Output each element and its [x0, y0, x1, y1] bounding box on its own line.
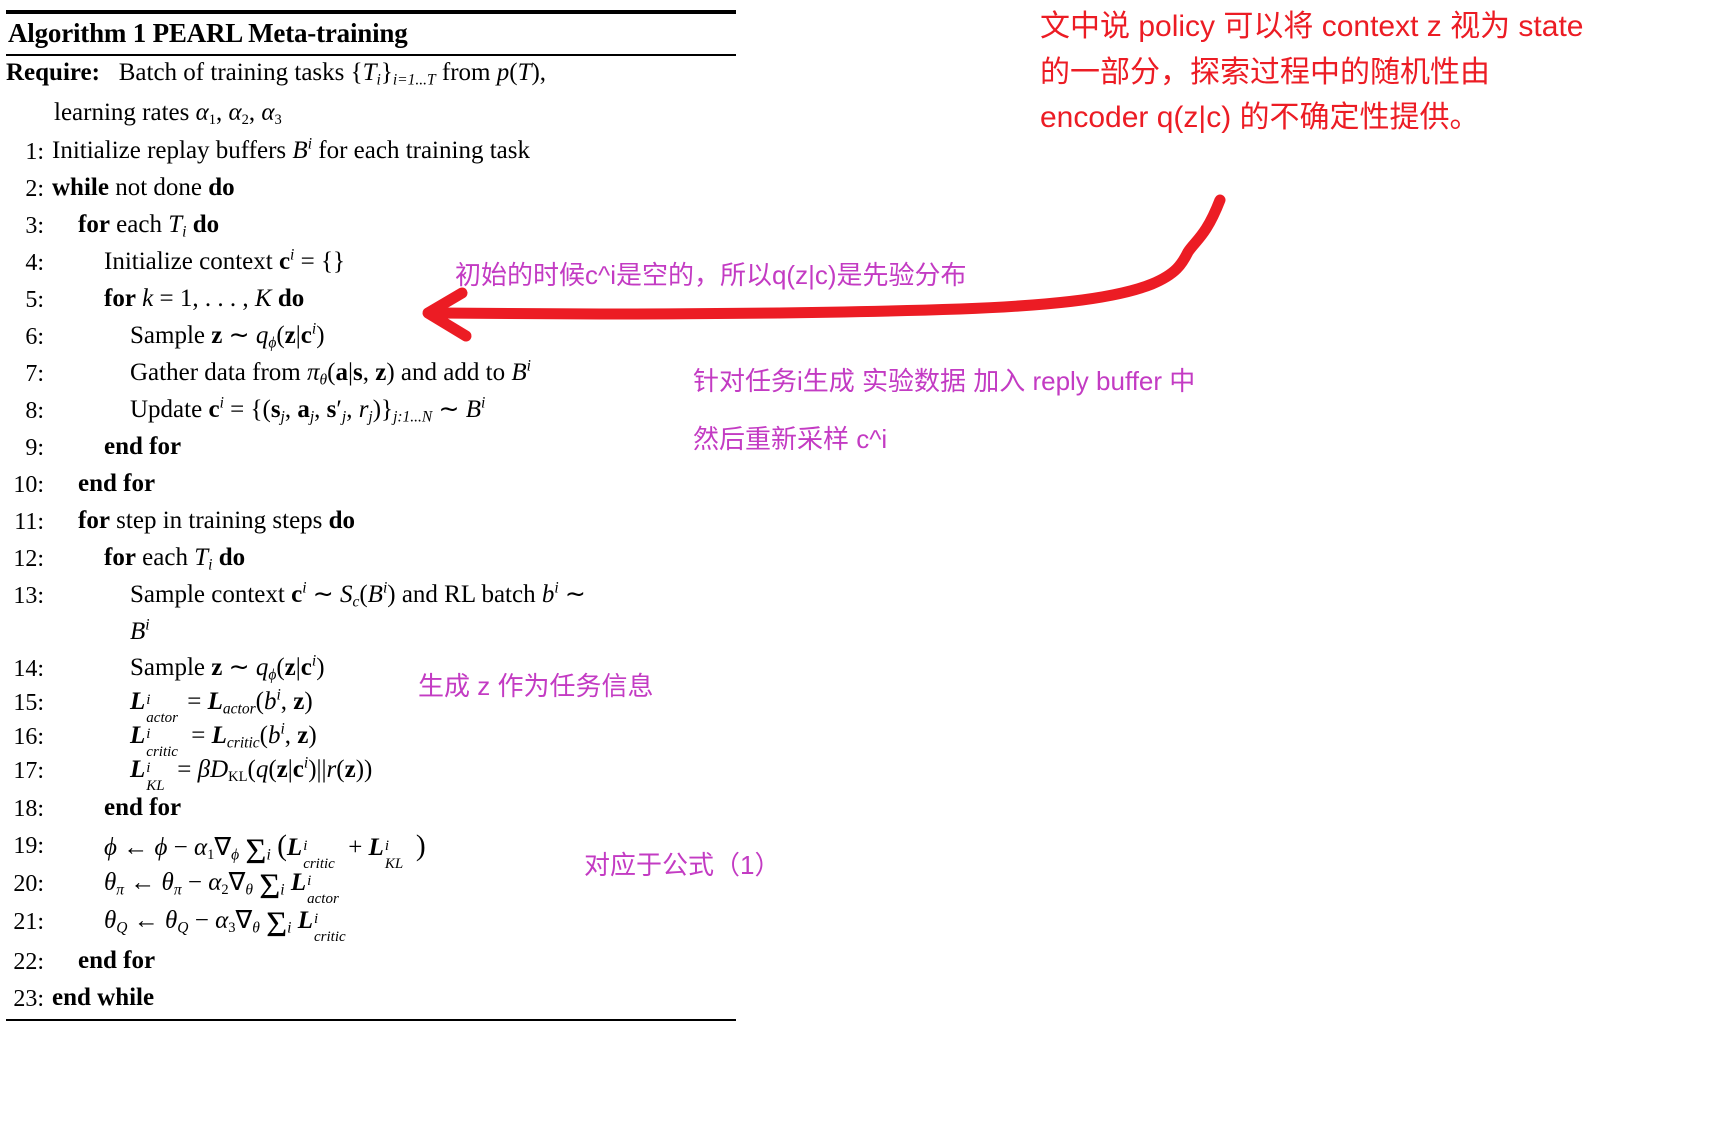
- line-content: Initialize context ci = {}: [104, 246, 345, 275]
- require-text-2: learning rates α1, α2, α3: [54, 98, 282, 128]
- line-content: end for: [104, 432, 182, 460]
- line-number: 2:: [25, 175, 44, 202]
- line-number: 1:: [25, 138, 44, 165]
- algorithm-line-13-cont: Bi: [6, 617, 736, 653]
- algorithm-line-8: 8: Update ci = {(sj, aj, s′j, rj)}j:1...…: [6, 395, 736, 432]
- line-number: 13:: [13, 582, 44, 609]
- annotation-line-19: 对应于公式（1）: [584, 850, 781, 880]
- line-number: 22:: [13, 948, 44, 975]
- algorithm-line-21: 21: θQ ← θQ − α3∇θ Σi Li critic: [6, 903, 736, 946]
- line-content: Li actor = Lactor(bi, z): [130, 686, 313, 727]
- line-number: 5:: [25, 286, 44, 313]
- annotation-red-top: 文中说 policy 可以将 context z 视为 state 的一部分，探…: [1040, 10, 1584, 135]
- line-number: 11:: [14, 508, 44, 535]
- line-content: for k = 1, . . . , K do: [104, 284, 305, 312]
- line-number: 18:: [13, 795, 44, 822]
- line-content: end for: [104, 793, 182, 821]
- line-content: Gather data from πθ(a|s, z) and add to B…: [130, 357, 531, 388]
- line-number: 4:: [25, 249, 44, 276]
- line-content: while not done do: [52, 173, 235, 201]
- line-content: for each Ti do: [104, 543, 246, 573]
- algorithm-line-16: 16: Li critic = Lcritic(bi, z): [6, 720, 736, 761]
- line-number: 15:: [13, 689, 44, 716]
- algorithm-line-7: 7: Gather data from πθ(a|s, z) and add t…: [6, 358, 736, 395]
- line-number: 12:: [13, 545, 44, 572]
- annotation-line-14: 生成 z 作为任务信息: [418, 671, 654, 701]
- algorithm-line-11: 11: for step in training steps do: [6, 506, 736, 543]
- rule-bottom: [6, 1018, 736, 1021]
- algorithm-title: Algorithm 1 PEARL Meta-training: [8, 18, 408, 48]
- line-content: Sample context ci ∼ Sc(Bi) and RL batch …: [130, 579, 586, 610]
- line-number: 6:: [25, 323, 44, 350]
- line-content: ϕ ← ϕ − α1∇ϕ Σi (L i critic + Li KL): [104, 829, 426, 873]
- annotation-line-7: 针对任务i生成 实验数据 加入 reply buffer 中: [693, 366, 1196, 396]
- algorithm-line-6: 6: Sample z ∼ qϕ(z|ci): [6, 321, 736, 358]
- algorithm-line-3: 3: for each Ti do: [6, 210, 736, 247]
- line-number: 23:: [13, 985, 44, 1012]
- line-content: end for: [78, 946, 156, 974]
- line-content: for step in training steps do: [78, 506, 356, 534]
- line-content: Li KL = βDKL(q(z|ci)||r(z)): [130, 754, 373, 795]
- algorithm-line-1: 1: Initialize replay buffers Bi for each…: [6, 136, 736, 173]
- require-label: Require:: [6, 58, 100, 86]
- algorithm-line-13: 13: Sample context ci ∼ Sc(Bi) and RL ba…: [6, 580, 736, 617]
- line-number: 16:: [13, 723, 44, 750]
- line-number: 19:: [13, 832, 44, 859]
- line-content: end while: [52, 983, 155, 1011]
- line-content: Sample z ∼ qϕ(z|ci): [130, 652, 325, 683]
- annotation-line-8: 然后重新采样 c^i: [693, 424, 888, 454]
- line-content: Li critic = Lcritic(bi, z): [130, 720, 317, 761]
- line-content: Sample z ∼ qϕ(z|ci): [130, 320, 325, 351]
- line-number: 21:: [13, 908, 44, 935]
- require-text-1: Batch of training tasks {Ti}i=1...T from…: [106, 58, 547, 88]
- algorithm-line-12: 12: for each Ti do: [6, 543, 736, 580]
- algorithm-require-line: Require: Batch of training tasks {Ti}i=1…: [6, 58, 736, 98]
- line-number: 20:: [13, 870, 44, 897]
- line-content: for each Ti do: [78, 210, 220, 240]
- algorithm-line-22: 22: end for: [6, 946, 736, 983]
- line-number: 9:: [25, 434, 44, 461]
- annotation-line-4: 初始的时候c^i是空的，所以q(z|c)是先验分布: [455, 260, 967, 290]
- line-content: Initialize replay buffers Bi for each tr…: [52, 135, 530, 164]
- line-number: 17:: [13, 757, 44, 784]
- line-number: 8:: [25, 397, 44, 424]
- line-number: 3:: [25, 212, 44, 239]
- algorithm-line-18: 18: end for: [6, 793, 736, 830]
- algorithm-line-17: 17: Li KL = βDKL(q(z|ci)||r(z)): [6, 754, 736, 795]
- line-content: Update ci = {(sj, aj, s′j, rj)}j:1...N ∼…: [130, 394, 486, 425]
- algorithm-require-line2: learning rates α1, α2, α3: [6, 98, 736, 136]
- algorithm-line-23: 23: end while: [6, 983, 736, 1019]
- line-number: 14:: [13, 655, 44, 682]
- algorithm-line-10: 10: end for: [6, 469, 736, 506]
- line-number: 10:: [13, 471, 44, 498]
- line-number: 7:: [25, 360, 44, 387]
- algorithm-line-9: 9: end for: [6, 432, 736, 469]
- line-number: [6, 617, 52, 621]
- line-content: Bi: [130, 616, 150, 645]
- algorithm-line-2: 2: while not done do: [6, 173, 736, 210]
- line-content: end for: [78, 469, 156, 497]
- line-content: θπ ← θπ − α2∇θ Σi Li actor: [104, 865, 339, 908]
- line-content: θQ ← θQ − α3∇θ Σi Li critic: [104, 903, 346, 946]
